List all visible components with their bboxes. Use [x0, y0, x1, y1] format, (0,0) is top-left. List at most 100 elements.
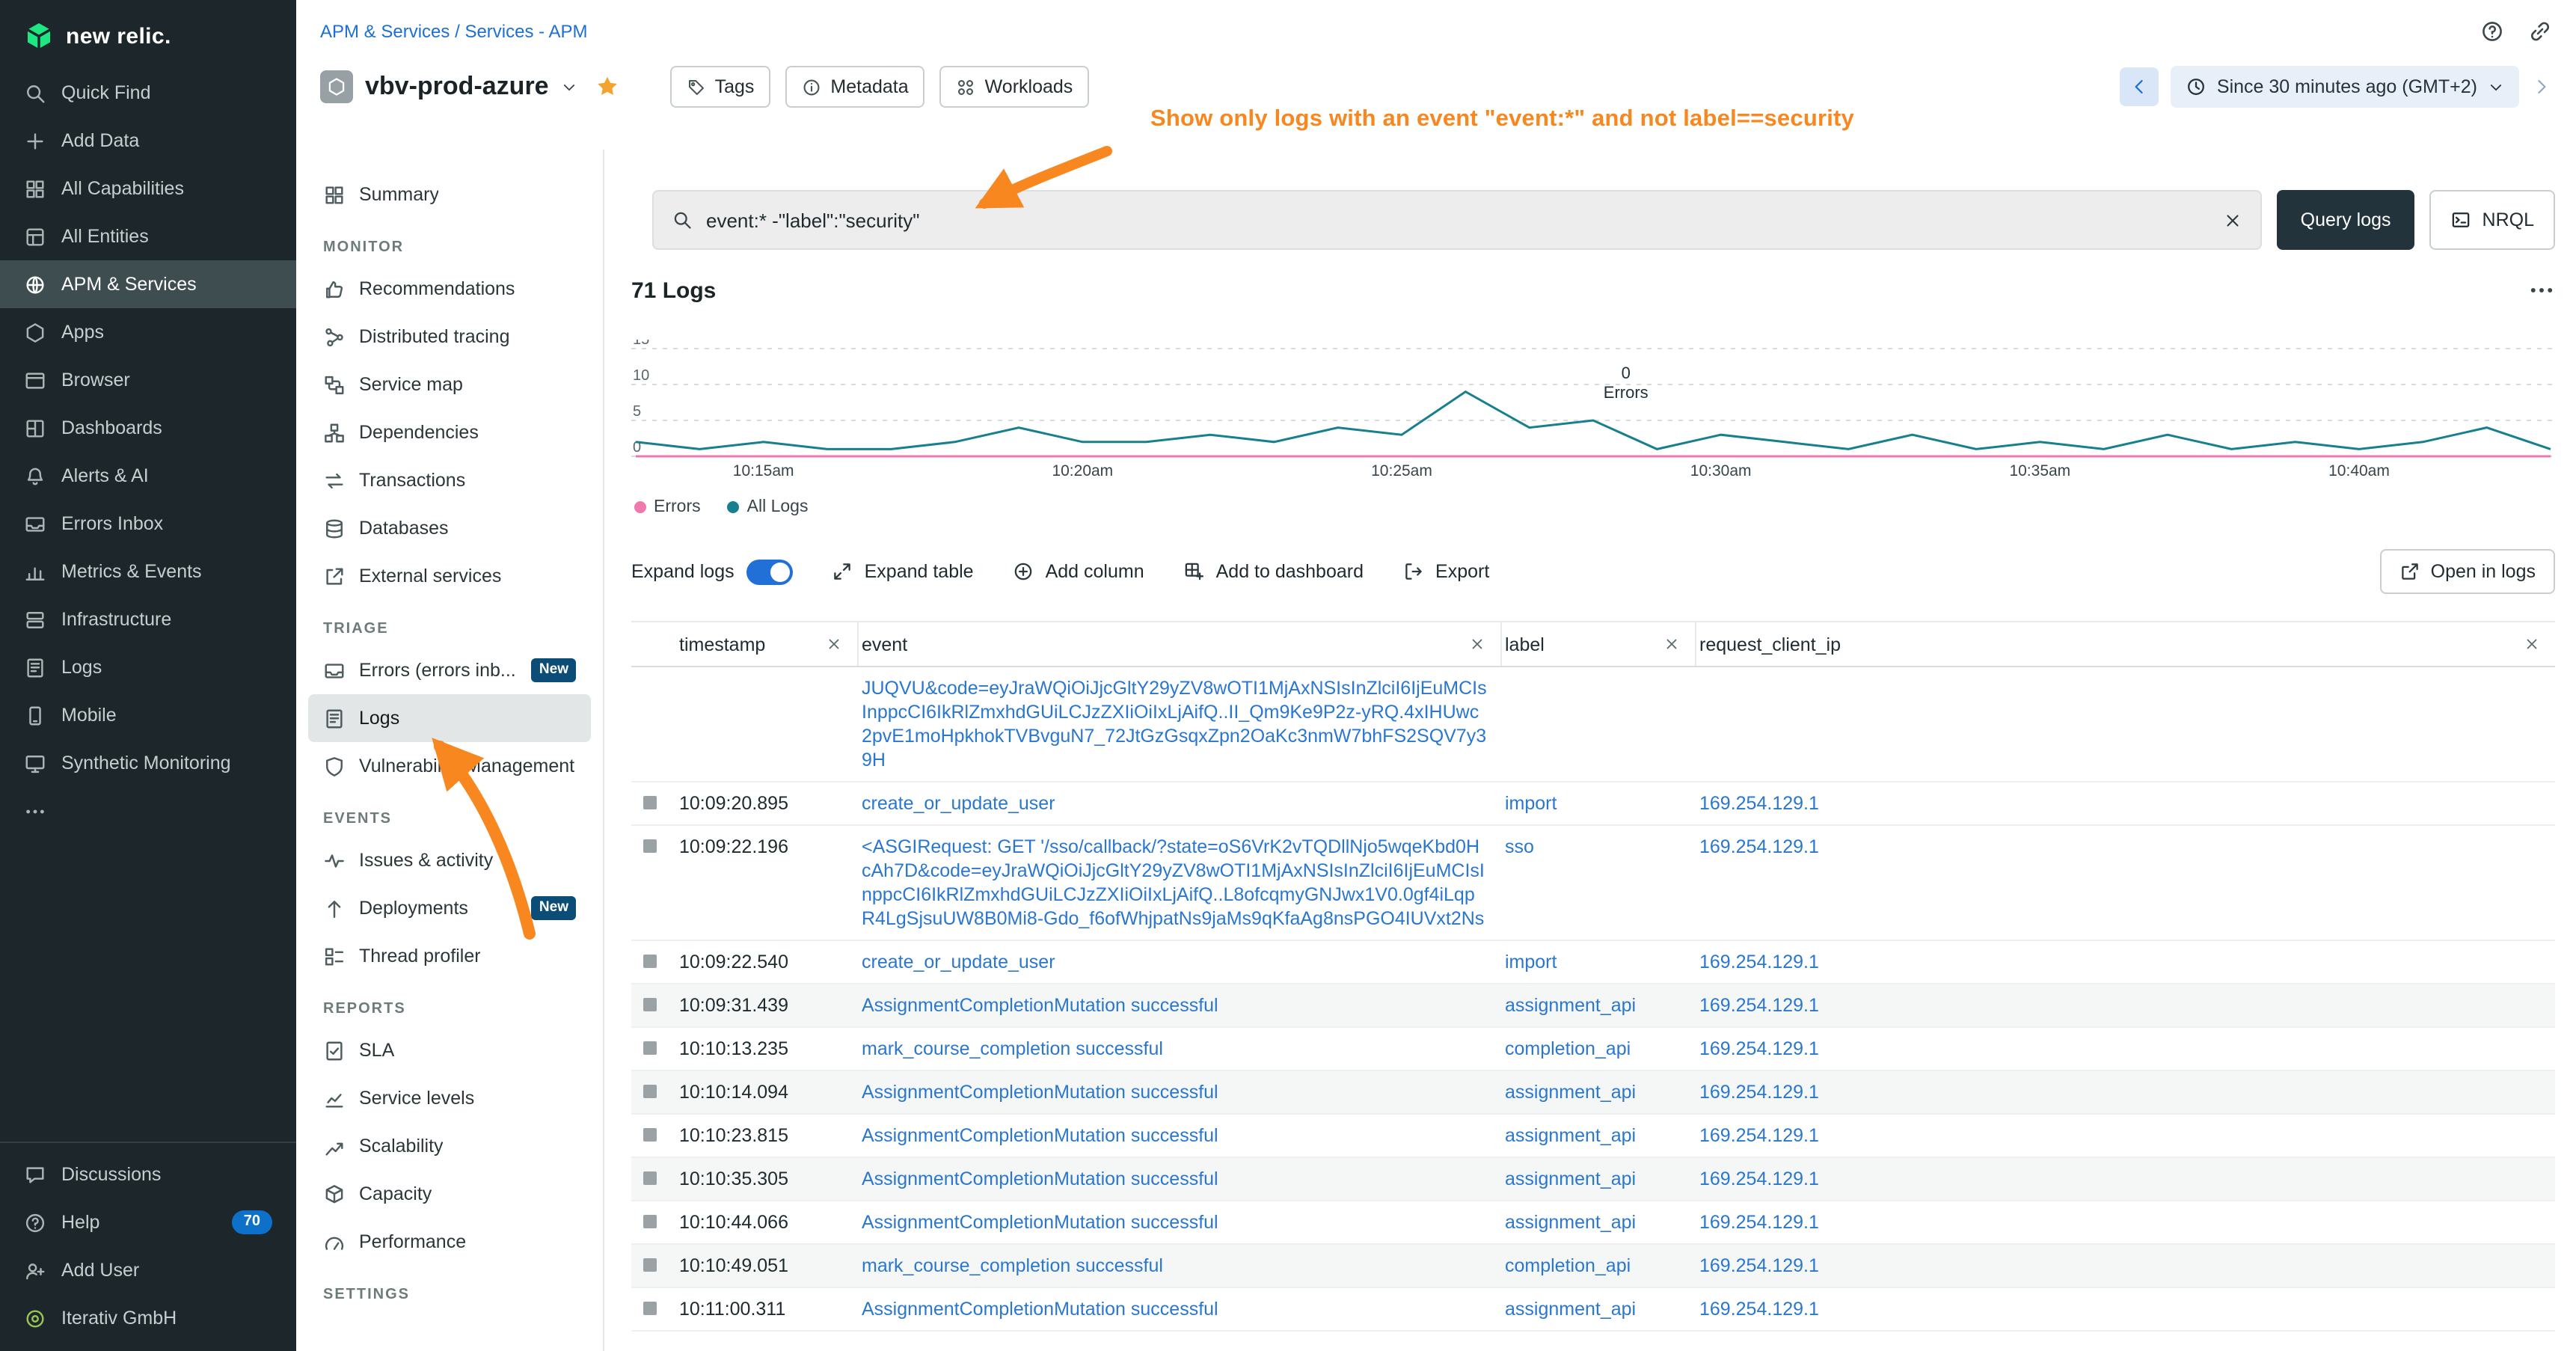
clear-query-icon[interactable]	[2223, 210, 2242, 230]
sidebar-item-mobile[interactable]: Mobile	[0, 691, 296, 739]
entity-switcher-chevron-icon[interactable]	[561, 79, 577, 95]
label-link[interactable]: assignment_api	[1505, 1125, 1636, 1146]
breadcrumb-link[interactable]: Services - APM	[464, 21, 587, 42]
log-row[interactable]: 10:09:22.196<ASGIRequest: GET '/sso/call…	[631, 826, 2555, 941]
sidebar-item-logs[interactable]: Logs	[0, 643, 296, 691]
event-link[interactable]: AssignmentCompletionMutation successful	[862, 995, 1218, 1016]
remove-column-icon[interactable]	[2524, 636, 2540, 652]
subnav-item-distributed-tracing[interactable]: Distributed tracing	[308, 313, 591, 361]
remove-column-icon[interactable]	[1469, 636, 1485, 652]
log-row[interactable]: 10:09:31.439AssignmentCompletionMutation…	[631, 984, 2555, 1028]
subnav-item-databases[interactable]: Databases	[308, 504, 591, 552]
expand-table-button[interactable]: Expand table	[832, 561, 974, 582]
row-marker-icon[interactable]	[643, 1128, 657, 1142]
ip-link[interactable]: 169.254.129.1	[1699, 1082, 1819, 1103]
column-header-label[interactable]: label	[1502, 622, 1696, 666]
event-link[interactable]: AssignmentCompletionMutation successful	[862, 1168, 1218, 1189]
subnav-item-dependencies[interactable]: Dependencies	[308, 408, 591, 456]
column-header-event[interactable]: event	[859, 622, 1502, 666]
column-header-timestamp[interactable]: timestamp	[676, 622, 859, 666]
expand-logs-control[interactable]: Expand logs	[631, 559, 793, 584]
label-link[interactable]: assignment_api	[1505, 1299, 1636, 1320]
chart-options-icon[interactable]	[2528, 277, 2555, 304]
event-link[interactable]: AssignmentCompletionMutation successful	[862, 1212, 1218, 1233]
event-link[interactable]: create_or_update_user	[862, 793, 1055, 814]
label-link[interactable]: assignment_api	[1505, 1168, 1636, 1189]
sidebar-item-infrastructure[interactable]: Infrastructure	[0, 595, 296, 643]
row-marker-icon[interactable]	[643, 796, 657, 809]
query-logs-button[interactable]: Query logs	[2277, 190, 2415, 250]
row-marker-icon[interactable]	[643, 1258, 657, 1272]
sidebar-item-synthetic-monitoring[interactable]: Synthetic Monitoring	[0, 739, 296, 787]
log-row[interactable]: 10:10:49.051mark_course_completion succe…	[631, 1245, 2555, 1288]
ip-link[interactable]: 169.254.129.1	[1699, 836, 1819, 857]
log-row[interactable]: 10:10:14.094AssignmentCompletionMutation…	[631, 1071, 2555, 1115]
event-link[interactable]: AssignmentCompletionMutation successful	[862, 1299, 1218, 1320]
sidebar-item-apm-services[interactable]: APM & Services	[0, 260, 296, 308]
subnav-item-vulnerability-management[interactable]: Vulnerability Management	[308, 742, 591, 790]
time-back-button[interactable]	[2120, 67, 2159, 106]
log-row[interactable]: 10:10:23.815AssignmentCompletionMutation…	[631, 1115, 2555, 1158]
sidebar-item-discussions[interactable]: Discussions	[0, 1151, 296, 1198]
sidebar-item-more[interactable]	[0, 787, 296, 835]
ip-link[interactable]: 169.254.129.1	[1699, 1168, 1819, 1189]
tags-button[interactable]: Tags	[670, 66, 771, 108]
breadcrumb-link[interactable]: APM & Services	[320, 21, 450, 42]
new-relic-logo[interactable]: new relic.	[0, 0, 296, 69]
subnav-item-summary[interactable]: Summary	[308, 171, 591, 218]
row-marker-icon[interactable]	[643, 839, 657, 853]
label-link[interactable]: completion_api	[1505, 1038, 1631, 1059]
subnav-item-issues-activity[interactable]: Issues & activity	[308, 836, 591, 884]
row-marker-icon[interactable]	[643, 1302, 657, 1315]
sidebar-item-add-user[interactable]: Add User	[0, 1246, 296, 1294]
sidebar-item-all-capabilities[interactable]: All Capabilities	[0, 165, 296, 212]
label-link[interactable]: completion_api	[1505, 1255, 1631, 1276]
sidebar-item-help[interactable]: Help70	[0, 1198, 296, 1246]
log-row[interactable]: 10:09:22.540create_or_update_userimport1…	[631, 941, 2555, 984]
subnav-item-thread-profiler[interactable]: Thread profiler	[308, 932, 591, 980]
event-link[interactable]: AssignmentCompletionMutation successful	[862, 1125, 1218, 1146]
sidebar-item-metrics-events[interactable]: Metrics & Events	[0, 548, 296, 595]
ip-link[interactable]: 169.254.129.1	[1699, 793, 1819, 814]
log-row[interactable]: 10:10:35.305AssignmentCompletionMutation…	[631, 1158, 2555, 1201]
sidebar-item-add-data[interactable]: Add Data	[0, 117, 296, 165]
remove-column-icon[interactable]	[1663, 636, 1680, 652]
legend-errors[interactable]: Errors	[634, 498, 701, 516]
label-link[interactable]: import	[1505, 952, 1557, 972]
metadata-button[interactable]: Metadata	[785, 66, 924, 108]
subnav-item-sla[interactable]: SLA	[308, 1026, 591, 1074]
subnav-item-service-map[interactable]: Service map	[308, 361, 591, 408]
time-picker[interactable]: Since 30 minutes ago (GMT+2)	[2171, 66, 2519, 108]
event-link[interactable]: <ASGIRequest: GET '/sso/callback/?state=…	[862, 836, 1485, 929]
ip-link[interactable]: 169.254.129.1	[1699, 1125, 1819, 1146]
subnav-item-scalability[interactable]: Scalability	[308, 1122, 591, 1170]
sidebar-item-apps[interactable]: Apps	[0, 308, 296, 356]
log-row[interactable]: 10:10:44.066AssignmentCompletionMutation…	[631, 1201, 2555, 1245]
export-button[interactable]: Export	[1402, 561, 1489, 582]
sidebar-item-iterativ-gmbh[interactable]: Iterativ GmbH	[0, 1294, 296, 1342]
sidebar-item-alerts-ai[interactable]: Alerts & AI	[0, 452, 296, 500]
ip-link[interactable]: 169.254.129.1	[1699, 952, 1819, 972]
event-link[interactable]: JUQVU&code=eyJraWQiOiJjcGltY29yZV8wOTI1M…	[862, 678, 1487, 771]
subnav-item-recommendations[interactable]: Recommendations	[308, 265, 591, 313]
label-link[interactable]: import	[1505, 793, 1557, 814]
subnav-item-errors-errors-inb[interactable]: Errors (errors inb...New	[308, 646, 591, 694]
remove-column-icon[interactable]	[826, 636, 842, 652]
subnav-item-logs[interactable]: Logs	[308, 694, 591, 742]
open-in-logs-button[interactable]: Open in logs	[2380, 549, 2555, 594]
query-input[interactable]	[706, 209, 2209, 231]
legend-all-logs[interactable]: All Logs	[728, 498, 809, 516]
label-link[interactable]: sso	[1505, 836, 1534, 857]
sidebar-item-errors-inbox[interactable]: Errors Inbox	[0, 500, 296, 548]
subnav-item-deployments[interactable]: DeploymentsNew	[308, 884, 591, 932]
log-row[interactable]: 10:10:13.235mark_course_completion succe…	[631, 1028, 2555, 1071]
permalink-icon[interactable]	[2528, 19, 2552, 43]
label-link[interactable]: assignment_api	[1505, 1212, 1636, 1233]
expand-logs-toggle[interactable]	[746, 559, 793, 584]
row-marker-icon[interactable]	[643, 1171, 657, 1185]
subnav-item-service-levels[interactable]: Service levels	[308, 1074, 591, 1122]
favorite-star-icon[interactable]	[595, 75, 619, 99]
subnav-item-external-services[interactable]: External services	[308, 552, 591, 600]
row-marker-icon[interactable]	[643, 1041, 657, 1055]
column-header-request-client-ip[interactable]: request_client_ip	[1696, 622, 2555, 666]
